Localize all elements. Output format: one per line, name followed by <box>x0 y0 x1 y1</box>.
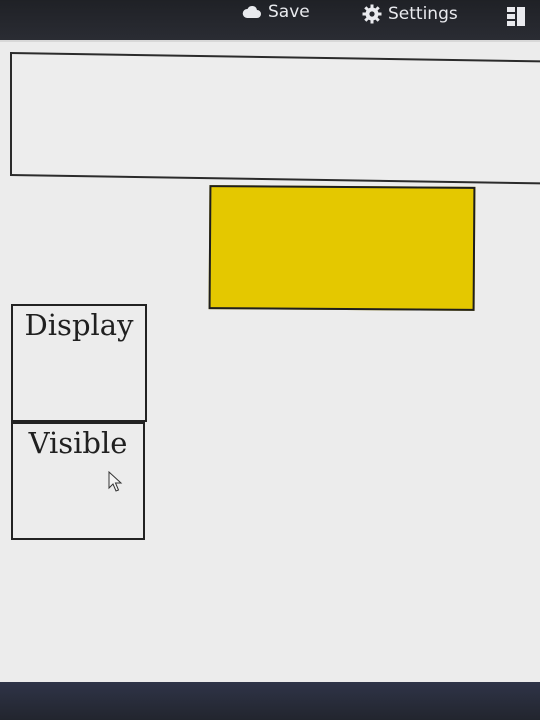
save-button[interactable]: Save <box>242 0 310 30</box>
save-label: Save <box>268 2 310 22</box>
display-box[interactable]: Display <box>11 304 147 422</box>
top-rectangle[interactable] <box>10 52 540 185</box>
canvas-area: Display Visible <box>0 40 540 684</box>
settings-button[interactable]: Settings <box>362 0 458 32</box>
settings-label: Settings <box>388 4 458 24</box>
cloud-icon <box>242 5 262 19</box>
visible-box-label: Visible <box>28 426 128 460</box>
visible-box[interactable]: Visible <box>11 422 145 540</box>
layout-button[interactable] <box>506 0 526 34</box>
display-box-label: Display <box>24 308 134 342</box>
layout-icon <box>506 5 526 27</box>
bottom-bar <box>0 682 540 720</box>
gear-icon <box>362 4 382 24</box>
top-toolbar: Save Settings <box>0 0 540 40</box>
yellow-rectangle[interactable] <box>208 185 476 311</box>
mouse-pointer-icon <box>108 470 124 498</box>
